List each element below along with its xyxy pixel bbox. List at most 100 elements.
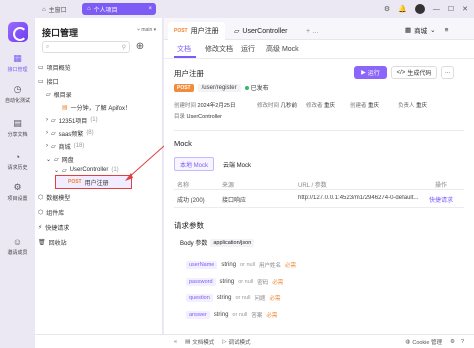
field-type: string: [221, 262, 237, 268]
close-icon[interactable]: ✕: [462, 5, 468, 13]
meta-label: 目录: [174, 114, 186, 120]
tree-item-models[interactable]: ⬡ 数据模型: [38, 191, 70, 203]
help-icon[interactable]: ?: [461, 339, 464, 345]
rail-item-label: 接口管理: [7, 67, 28, 73]
search-icon: ⌕: [46, 43, 50, 50]
status-dot-icon: [244, 85, 249, 90]
param-row: answer string or null 答案 必需: [186, 311, 277, 319]
tree-item-folder[interactable]: › ▱ saas频繁 (8): [46, 127, 94, 139]
column-header: 来源: [222, 183, 235, 189]
tree-item-label: 一分钟，了解 Apifox！: [70, 105, 132, 112]
tree-item-label: 项目概览: [46, 65, 71, 72]
component-icon: ⬡: [38, 209, 44, 216]
env-selector[interactable]: ▦ 商城 ⌄ ≡: [405, 25, 449, 36]
maximize-icon[interactable]: ☐: [448, 5, 454, 13]
param-row: password string or null 密码 必需: [186, 278, 283, 286]
tree-search-input[interactable]: ⌕ ⚲: [42, 41, 130, 53]
home-tab[interactable]: ⌂ 主窗口: [42, 4, 67, 15]
tab-cloud-mock[interactable]: 云端 Mock: [218, 157, 256, 171]
created-time: 2024年2月25日: [197, 103, 236, 109]
param-row: userName string or null 用户姓名 必需: [186, 261, 296, 269]
rail-item-autotest[interactable]: ◷ 自动化测试: [0, 84, 35, 104]
debug-icon: ▷: [222, 338, 227, 345]
run-button[interactable]: ▶ 运行: [354, 66, 387, 79]
bell-icon[interactable]: 🔔: [398, 5, 407, 13]
gear-icon[interactable]: ⚙: [384, 5, 390, 13]
add-button[interactable]: ⊕: [134, 41, 146, 53]
folder-icon: ▱: [51, 117, 56, 124]
tree-item-doc[interactable]: ▤ 一分钟，了解 Apifox！: [62, 101, 131, 113]
status-badge[interactable]: 已发布: [244, 83, 269, 92]
generate-code-button[interactable]: </> 生成代码: [391, 66, 437, 79]
rail-item-invite[interactable]: ☺ 邀请成员: [0, 236, 35, 257]
tree-item-label: 快捷请求: [45, 225, 70, 232]
rail-item-settings[interactable]: ⚙ 项目设置: [0, 182, 35, 202]
mock-url-cell[interactable]: http://127.0.0.1:4523/m1/2946274-0-defau…: [298, 195, 426, 201]
tab-run[interactable]: 运行: [241, 44, 255, 54]
cookie-icon: ◍: [405, 338, 411, 345]
tree-item-folder[interactable]: › ▱ 12351项目 (1): [46, 114, 98, 126]
minimize-icon[interactable]: —: [433, 6, 440, 13]
folder-icon: ▱: [46, 91, 51, 98]
debug-mode-button[interactable]: ▷ 调试模式: [222, 338, 250, 346]
gear-icon[interactable]: ⚙: [450, 339, 455, 345]
column-header: 操作: [435, 183, 448, 189]
tab-advanced-mock[interactable]: 高级 Mock: [266, 44, 299, 54]
tree-item-folder[interactable]: › ▱ 商城 (18): [46, 140, 84, 152]
filter-icon[interactable]: ⚲: [122, 44, 126, 51]
divider: [174, 207, 464, 208]
field-nullable: or null: [232, 312, 248, 318]
project-tab[interactable]: ⌂ 个人项目 ×: [82, 3, 156, 15]
avatar[interactable]: [414, 4, 425, 14]
tree-item-quick[interactable]: ⚡ 快捷请求: [38, 221, 69, 233]
new-tab-button[interactable]: + …: [300, 22, 325, 40]
cookie-button[interactable]: ◍ Cookie 管理: [406, 338, 442, 346]
doc-tab-label: 用户注册: [190, 28, 219, 35]
rail-item-api[interactable]: ▦ 接口管理: [0, 53, 35, 73]
code-icon: </>: [396, 69, 406, 76]
rail-item-share[interactable]: ▤ 分享文档: [0, 118, 35, 138]
field-desc: 用户姓名: [259, 263, 282, 269]
home-tab-label: 主窗口: [48, 8, 67, 14]
close-tab-icon[interactable]: ×: [148, 6, 152, 12]
tab-edit-doc[interactable]: 修改文档: [205, 44, 233, 54]
tree-item-label: 组件库: [46, 210, 65, 217]
tree-item-label: 根目录: [53, 92, 72, 99]
play-icon: ▶: [361, 70, 366, 76]
tree-item-overview[interactable]: ▭ 项目概览: [38, 61, 71, 73]
rail-item-history[interactable]: ◔ 请求历史: [0, 151, 35, 172]
api-path[interactable]: /user/register: [197, 83, 241, 92]
tree-item-label: 数据模型: [46, 195, 71, 202]
meta-row-1: 创建时间 2024年2月25日: [174, 101, 235, 109]
field-type: string: [213, 312, 229, 318]
meta-label: 修改时间: [257, 103, 280, 109]
chevron-right-icon: ›: [46, 143, 48, 149]
tree-item-trash[interactable]: 🗑 回收站: [38, 236, 67, 248]
mock-section-title: Mock: [174, 139, 192, 148]
quick-request-link[interactable]: 快捷请求: [429, 195, 453, 204]
branch-name: main: [141, 27, 153, 33]
menu-icon[interactable]: ≡: [445, 27, 449, 34]
tree-item-root[interactable]: ▱ 根目录: [46, 88, 72, 100]
tab-local-mock[interactable]: 本地 Mock: [174, 157, 215, 171]
tab-doc[interactable]: 文档: [177, 44, 191, 54]
doc-mode-button[interactable]: ▤ 文档模式: [185, 338, 214, 346]
field-required: 必需: [269, 296, 281, 302]
field-desc: 答案: [251, 313, 263, 319]
generate-code-label: 生成代码: [407, 71, 432, 77]
divider: [174, 130, 464, 131]
more-button[interactable]: ...: [441, 66, 454, 79]
collapse-icon[interactable]: «: [174, 339, 177, 345]
doc-tab-folder[interactable]: ▱ UserController: [228, 22, 294, 40]
meta-label: 创建时间: [174, 103, 197, 109]
tree-item-components[interactable]: ⬡ 组件库: [38, 206, 64, 218]
tree-item-endpoint[interactable]: POST 用户注册: [68, 176, 109, 188]
settings-icon: ⚙: [13, 182, 22, 192]
column-header: 名称: [177, 183, 190, 189]
branch-selector[interactable]: ⑂ main ▾: [137, 27, 156, 33]
tree-item-api[interactable]: ▭ 接口: [38, 75, 59, 87]
method-badge: POST: [174, 83, 194, 92]
run-label: 运行: [367, 71, 380, 77]
tree-item-label: 回收站: [48, 240, 67, 247]
doc-tab-endpoint[interactable]: POST 用户注册: [168, 22, 225, 40]
